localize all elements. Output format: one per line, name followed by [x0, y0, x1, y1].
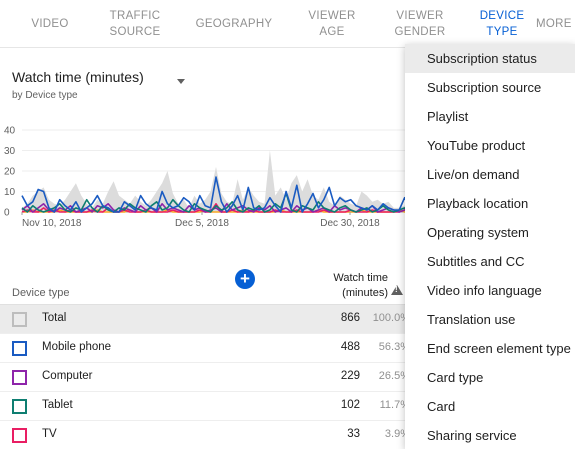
table-row[interactable]: Mobile phone 488 56.3% [0, 334, 410, 363]
menu-item[interactable]: End screen element type [405, 334, 575, 363]
row-checkbox[interactable] [12, 312, 27, 327]
row-percent: 100.0% [372, 312, 410, 324]
tab-label-line: DEVICE [479, 10, 525, 22]
row-label: Tablet [42, 399, 73, 411]
y-tick-label: 20 [4, 167, 16, 178]
menu-item[interactable]: YouTube product [405, 131, 575, 160]
metric-subtitle: by Device type [12, 90, 78, 101]
row-checkbox[interactable] [12, 399, 27, 414]
table-row[interactable]: Computer 229 26.5% [0, 363, 410, 392]
watch-time-chart: 0 10 20 30 40 Nov 10, 2018 Dec 5, 2018 Dec 30, … [4, 126, 410, 229]
tab-device-type[interactable]: DEVICE TYPE [468, 0, 536, 48]
row-label: Total [42, 312, 67, 324]
table-row[interactable]: Total 866 100.0% [0, 305, 410, 334]
table-header: Device type + Watch time (minutes) [0, 265, 410, 305]
report-tabs: VIDEO TRAFFIC SOURCE GEOGRAPHY VIEWER AG… [0, 0, 575, 48]
row-checkbox[interactable] [12, 428, 27, 443]
tab-viewer-age[interactable]: VIEWER AGE [296, 0, 368, 48]
tab-label-line: AGE [319, 26, 345, 38]
row-value: 102 [340, 399, 360, 411]
row-value: 33 [347, 428, 360, 440]
menu-item[interactable]: Card [405, 392, 575, 421]
row-label: Computer [42, 370, 93, 382]
dropdown-arrow-icon[interactable] [177, 79, 185, 84]
x-tick-label: Dec 30, 2018 [320, 218, 380, 229]
tab-label: GEOGRAPHY [195, 18, 273, 30]
tab-label: MORE [536, 18, 572, 30]
tab-video[interactable]: VIDEO [18, 0, 82, 48]
table-row[interactable]: Tablet 102 11.7% [0, 392, 410, 421]
tab-label: DEVICE TYPE [480, 8, 525, 40]
menu-item[interactable]: Operating system [405, 218, 575, 247]
x-tick-label: Nov 10, 2018 [22, 218, 82, 229]
column-header-device-type[interactable]: Device type [12, 287, 69, 299]
row-value: 866 [340, 312, 360, 324]
tab-label: TRAFFIC SOURCE [109, 8, 160, 40]
column-header-line: Watch time [333, 272, 388, 284]
menu-item[interactable]: Subtitles and CC [405, 247, 575, 276]
column-header-watch-time[interactable]: Watch time (minutes) [300, 271, 388, 301]
menu-item[interactable]: Subscription status [405, 44, 575, 73]
table-row[interactable]: TV 33 3.9% [0, 421, 410, 449]
add-metric-button[interactable]: + [235, 269, 255, 289]
row-checkbox[interactable] [12, 370, 27, 385]
y-tick-label: 30 [4, 146, 16, 157]
tab-label-line: VIEWER [396, 10, 444, 22]
tab-traffic-source[interactable]: TRAFFIC SOURCE [98, 0, 172, 48]
warning-icon[interactable] [391, 285, 403, 295]
row-value: 229 [340, 370, 360, 382]
row-label: TV [42, 428, 57, 440]
menu-item[interactable]: Video info language [405, 276, 575, 305]
menu-item[interactable]: Card type [405, 363, 575, 392]
tab-label: VIEWER AGE [308, 8, 355, 40]
tab-more[interactable]: MORE [536, 0, 575, 48]
tab-label: VIEWER GENDER [394, 8, 445, 40]
menu-item[interactable]: Playback location [405, 189, 575, 218]
metric-selector[interactable]: Watch time (minutes) [12, 69, 144, 85]
tab-label-line: TRAFFIC [109, 10, 161, 22]
row-percent: 11.7% [379, 399, 410, 411]
tab-label-line: SOURCE [109, 26, 161, 38]
menu-item[interactable]: Playlist [405, 102, 575, 131]
row-percent: 56.3% [378, 341, 410, 353]
row-value: 488 [340, 341, 360, 353]
x-tick-label: Dec 5, 2018 [175, 218, 229, 229]
tab-label-line: GENDER [394, 26, 446, 38]
dimension-menu: Subscription status Subscription source Pl… [405, 44, 575, 449]
tab-label-line: TYPE [486, 26, 518, 38]
y-tick-label: 40 [4, 126, 16, 137]
tab-viewer-gender[interactable]: VIEWER GENDER [382, 0, 458, 48]
tab-label: VIDEO [31, 18, 69, 30]
menu-item[interactable]: Live/on demand [405, 160, 575, 189]
menu-item[interactable]: Sharing service [405, 421, 575, 449]
row-percent: 26.5% [378, 370, 410, 382]
menu-item[interactable]: Translation use [405, 305, 575, 334]
y-tick-label: 0 [4, 208, 10, 219]
column-header-line: (minutes) [342, 287, 388, 299]
row-checkbox[interactable] [12, 341, 27, 356]
menu-item[interactable]: Subscription source [405, 73, 575, 102]
tab-geography[interactable]: GEOGRAPHY [188, 0, 280, 48]
row-label: Mobile phone [42, 341, 112, 353]
y-tick-label: 10 [4, 187, 16, 198]
row-percent: 3.9% [384, 428, 410, 440]
tab-label-line: VIEWER [308, 10, 356, 22]
